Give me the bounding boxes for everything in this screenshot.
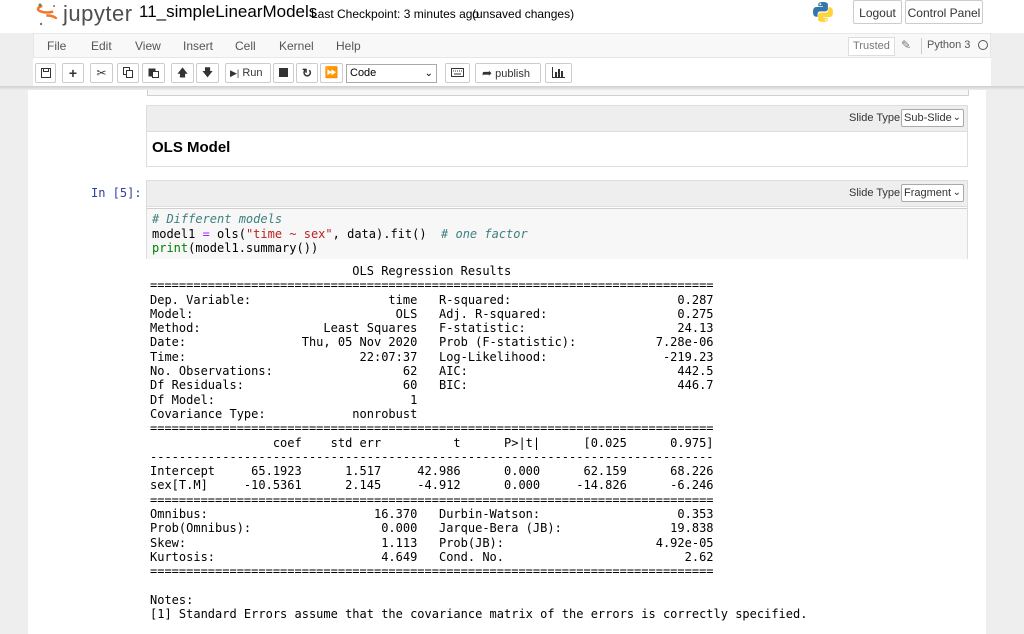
- toolbar: + ✂ 🡅 🡇 ▶| Run ↻ ⏩ Code ⌄ ➦ publish: [33, 58, 991, 88]
- menu-cell[interactable]: Cell: [235, 39, 256, 53]
- code-operator: =: [202, 226, 210, 241]
- copy-button[interactable]: [117, 63, 139, 83]
- paste-icon: [148, 68, 159, 78]
- move-up-button[interactable]: 🡅: [171, 63, 194, 83]
- plus-icon: +: [68, 65, 78, 81]
- kernel-name: Python 3: [927, 39, 971, 51]
- scissors-icon: ✂: [96, 66, 107, 80]
- restart-run-all-button[interactable]: ⏩: [320, 63, 343, 83]
- chevron-down-icon: ⌄: [952, 112, 961, 123]
- code-cell[interactable]: Slide Type Fragment ⌄ # Different models…: [146, 180, 968, 259]
- notebook-header: jupyter 11_simpleLinearModels Last Check…: [0, 0, 1024, 33]
- code-token: (model1.summary()): [188, 241, 319, 255]
- code-comment: # Different models: [152, 212, 283, 226]
- command-palette-button[interactable]: [445, 63, 470, 83]
- markdown-heading: OLS Model: [152, 139, 231, 156]
- paste-button[interactable]: [142, 63, 165, 83]
- chevron-down-icon: ⌄: [952, 187, 961, 198]
- autosave-status: (unsaved changes): [472, 7, 575, 21]
- code-comment: # one factor: [441, 226, 528, 241]
- jupyter-logo-text: jupyter: [63, 1, 133, 26]
- logout-button[interactable]: Logout: [853, 0, 902, 24]
- trusted-indicator[interactable]: Trusted: [848, 37, 895, 56]
- insert-cell-button[interactable]: +: [62, 63, 84, 83]
- checkpoint-status: Last Checkpoint: 3 minutes ago: [311, 7, 480, 21]
- arrow-down-icon: 🡇: [201, 67, 214, 79]
- kernel-idle-icon: [978, 40, 988, 50]
- cell-toolbar: Slide Type Fragment ⌄: [147, 181, 967, 207]
- python-logo-icon: [813, 2, 833, 22]
- cell-output: OLS Regression Results =================…: [150, 264, 808, 622]
- copy-icon: [122, 67, 133, 78]
- code-builtin: print: [152, 241, 189, 255]
- publish-button[interactable]: ➦ publish: [475, 63, 541, 83]
- previous-cell-fragment: [147, 90, 969, 96]
- notebook-container: Slide Type Sub-Slide ⌄ OLS Model In [5]:…: [28, 90, 986, 634]
- slide-type-value: Fragment: [904, 187, 952, 199]
- run-label: Run: [242, 67, 263, 79]
- save-icon: [40, 68, 51, 78]
- interrupt-button[interactable]: [273, 63, 294, 83]
- menu-view[interactable]: View: [135, 39, 161, 53]
- code-editor[interactable]: # Different models model1 = ols("time ~ …: [147, 208, 967, 259]
- step-forward-icon: ▶|: [230, 68, 240, 78]
- slide-type-select[interactable]: Fragment ⌄: [901, 184, 964, 202]
- menu-kernel[interactable]: Kernel: [279, 39, 314, 53]
- markdown-cell[interactable]: Slide Type Sub-Slide ⌄ OLS Model: [146, 105, 968, 167]
- jupyter-logo[interactable]: jupyter: [36, 1, 133, 27]
- code-token: model1: [152, 226, 203, 241]
- menu-help[interactable]: Help: [336, 39, 361, 53]
- cut-button[interactable]: ✂: [90, 63, 113, 83]
- cell-toolbar: Slide Type Sub-Slide ⌄: [147, 106, 967, 132]
- kernel-separator: [921, 38, 922, 54]
- run-button[interactable]: ▶| Run: [225, 63, 271, 83]
- chart-button[interactable]: [545, 63, 572, 83]
- chevron-down-icon: ⌄: [424, 68, 433, 79]
- menu-edit[interactable]: Edit: [91, 39, 112, 53]
- code-text: # Different models model1 = ols("time ~ …: [152, 212, 528, 256]
- jupyter-logo-icon: [36, 3, 58, 26]
- save-button[interactable]: [35, 63, 56, 83]
- control-panel-button[interactable]: Control Panel: [905, 0, 983, 24]
- slide-type-label: Slide Type: [849, 187, 901, 199]
- menu-insert[interactable]: Insert: [183, 39, 213, 53]
- fast-forward-icon: ⏩: [324, 67, 339, 79]
- code-string: "time ~ sex": [245, 226, 333, 241]
- cell-type-value: Code: [350, 67, 377, 79]
- code-token: ols(: [209, 226, 246, 241]
- slide-type-value: Sub-Slide: [904, 112, 952, 124]
- refresh-icon: ↻: [301, 66, 313, 80]
- slide-type-label: Slide Type: [849, 112, 901, 124]
- stop-icon: [279, 68, 288, 77]
- menu-file[interactable]: File: [47, 39, 66, 53]
- notebook-title[interactable]: 11_simpleLinearModels: [139, 2, 317, 22]
- input-prompt: In [5]:: [91, 186, 142, 200]
- menubar: File Edit View Insert Cell Kernel Help T…: [33, 33, 991, 58]
- bar-chart-icon: [552, 67, 565, 78]
- arrow-up-icon: 🡅: [176, 67, 189, 79]
- share-icon: ➦: [482, 66, 493, 80]
- move-down-button[interactable]: 🡇: [196, 63, 219, 83]
- slide-type-select[interactable]: Sub-Slide ⌄: [901, 109, 964, 127]
- restart-button[interactable]: ↻: [296, 63, 318, 83]
- code-token: , data).fit(): [332, 226, 442, 241]
- keyboard-icon: [451, 68, 464, 77]
- cell-type-select[interactable]: Code ⌄: [346, 64, 437, 83]
- publish-label: publish: [495, 68, 530, 80]
- pencil-icon[interactable]: ✎: [901, 38, 911, 52]
